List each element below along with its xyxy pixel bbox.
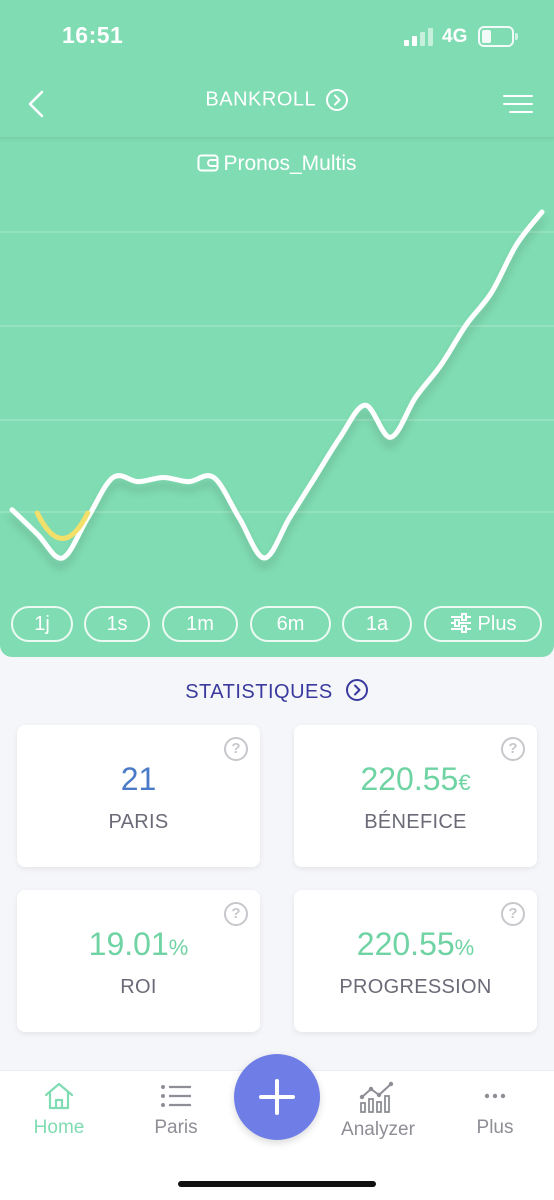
range-1a-button[interactable]: 1a <box>342 606 412 642</box>
stat-label: PARIS <box>108 811 169 833</box>
menu-icon <box>503 95 533 113</box>
help-icon[interactable]: ? <box>224 737 248 761</box>
tab-label: Paris <box>154 1117 198 1138</box>
range-1s-button[interactable]: 1s <box>84 606 150 642</box>
list-icon <box>161 1085 191 1107</box>
help-icon[interactable]: ? <box>501 902 525 926</box>
range-label: 6m <box>276 613 305 635</box>
range-1m-button[interactable]: 1m <box>162 606 238 642</box>
stat-unit: € <box>458 770 471 795</box>
status-bar: 16:51 4G <box>0 0 554 70</box>
plus-icon <box>259 1079 295 1115</box>
range-1j-button[interactable]: 1j <box>11 606 73 642</box>
tab-label: Plus <box>476 1117 514 1138</box>
statistics-heading-button[interactable]: STATISTIQUES <box>0 678 554 704</box>
help-icon[interactable]: ? <box>224 902 248 926</box>
bankroll-hero: 16:51 4G BANKROLL Pronos_Multis 1j 1s 1m… <box>0 0 554 657</box>
status-time: 16:51 <box>62 22 124 48</box>
bankroll-line <box>9 209 545 561</box>
stat-label: ROI <box>120 976 157 998</box>
home-indicator <box>178 1181 376 1187</box>
range-6m-button[interactable]: 6m <box>250 606 331 642</box>
tab-home[interactable]: Home <box>4 1081 114 1139</box>
nav-bar: BANKROLL <box>0 70 554 138</box>
range-label: 1s <box>106 613 128 635</box>
range-label: 1j <box>34 613 50 635</box>
range-label: Plus <box>477 613 517 635</box>
statistics-heading: STATISTIQUES <box>185 681 333 703</box>
stat-unit: % <box>168 935 189 960</box>
help-icon[interactable]: ? <box>501 737 525 761</box>
bankroll-chart <box>0 209 554 561</box>
stat-card-paris[interactable]: ? 21 PARIS <box>17 725 260 867</box>
stat-value: 220.55€ <box>294 761 537 798</box>
circle-chevron-right-icon <box>325 89 348 111</box>
battery-icon <box>478 26 518 47</box>
tab-plus[interactable]: Plus <box>440 1081 550 1139</box>
network-type: 4G <box>442 26 468 47</box>
stat-label: BÉNEFICE <box>364 811 467 833</box>
tab-label: Home <box>33 1117 85 1138</box>
signal-icon <box>404 28 436 46</box>
stat-number: 19.01 <box>88 926 169 962</box>
range-plus-button[interactable]: Plus <box>424 606 542 642</box>
stat-number: 220.55 <box>356 926 455 962</box>
add-bet-button[interactable] <box>234 1054 320 1140</box>
stat-card-benefice[interactable]: ? 220.55€ BÉNEFICE <box>294 725 537 867</box>
tab-label: Analyzer <box>341 1119 415 1140</box>
stat-label: PROGRESSION <box>339 976 492 998</box>
time-range-selector: 1j 1s 1m 6m 1a Plus <box>0 606 554 642</box>
stat-value: 21 <box>17 761 260 798</box>
more-icon <box>484 1093 506 1099</box>
page-title: BANKROLL <box>205 88 317 111</box>
home-icon <box>44 1082 74 1110</box>
sliders-icon <box>450 613 471 633</box>
analyzer-icon <box>359 1081 394 1113</box>
menu-button[interactable] <box>500 90 536 118</box>
stat-value: 220.55% <box>294 926 537 963</box>
circle-chevron-right-icon <box>345 679 368 701</box>
range-label: 1a <box>365 613 389 635</box>
stat-card-progression[interactable]: ? 220.55% PROGRESSION <box>294 890 537 1032</box>
stat-unit: % <box>454 935 475 960</box>
range-label: 1m <box>186 613 214 635</box>
bankroll-title-button[interactable]: BANKROLL <box>0 88 554 112</box>
stat-number: 220.55 <box>360 761 459 797</box>
tab-analyzer[interactable]: Analyzer <box>323 1081 433 1141</box>
stat-number: 21 <box>120 761 157 797</box>
tab-paris[interactable]: Paris <box>121 1081 231 1139</box>
stat-card-roi[interactable]: ? 19.01% ROI <box>17 890 260 1032</box>
stat-value: 19.01% <box>17 926 260 963</box>
